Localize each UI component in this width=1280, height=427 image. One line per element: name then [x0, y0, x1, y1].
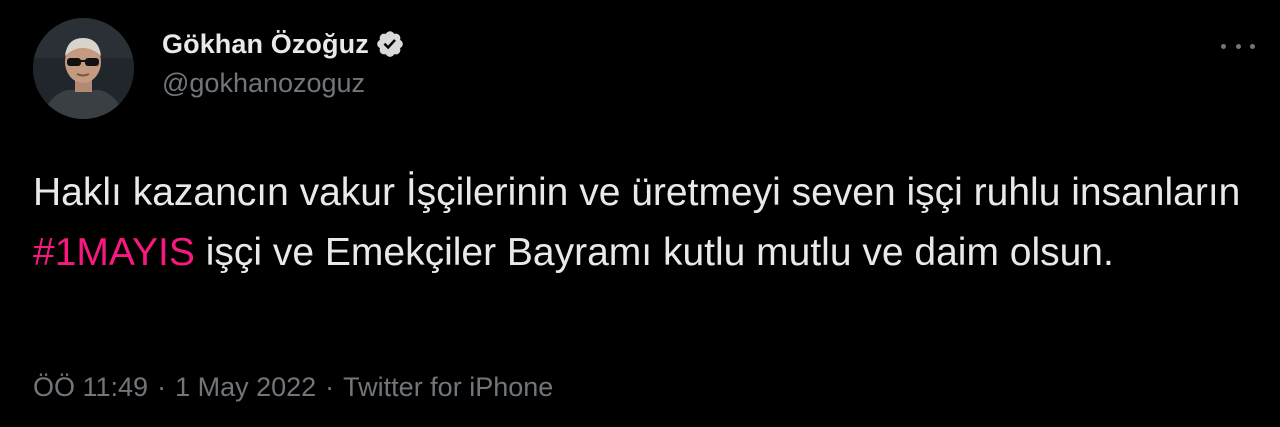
meta-separator: · [157, 372, 167, 402]
meta-separator: · [325, 372, 335, 402]
tweet-date[interactable]: 1 May 2022 [175, 372, 316, 402]
tweet-meta: ÖÖ 11:49 · 1 May 2022 · Twitter for iPhone [33, 372, 553, 403]
more-dots-icon [1250, 43, 1255, 49]
avatar-image [33, 18, 134, 119]
name-row: Gökhan Özoğuz [162, 26, 405, 62]
hashtag-link[interactable]: #1MAYIS [33, 231, 195, 274]
more-dots-icon [1221, 43, 1226, 49]
tweet-source: Twitter for iPhone [343, 372, 554, 402]
avatar[interactable] [33, 18, 134, 119]
author-block: Gökhan Özoğuz @gokhanozoguz [162, 26, 405, 99]
display-name[interactable]: Gökhan Özoğuz [162, 29, 369, 60]
more-dots-icon [1235, 43, 1241, 49]
tweet-text-before: Haklı kazancın vakur İşçilerinin ve üret… [33, 171, 1241, 214]
tweet: Gökhan Özoğuz @gokhanozoguz Haklı kazanc… [0, 0, 1280, 427]
tweet-time[interactable]: ÖÖ 11:49 [33, 372, 148, 402]
verified-badge-icon [375, 29, 405, 59]
handle[interactable]: @gokhanozoguz [162, 68, 405, 99]
tweet-text-after: işçi ve Emekçiler Bayramı kutlu mutlu ve… [194, 231, 1114, 274]
more-options-button[interactable] [1221, 36, 1255, 56]
tweet-text: Haklı kazancın vakur İşçilerinin ve üret… [33, 163, 1243, 283]
